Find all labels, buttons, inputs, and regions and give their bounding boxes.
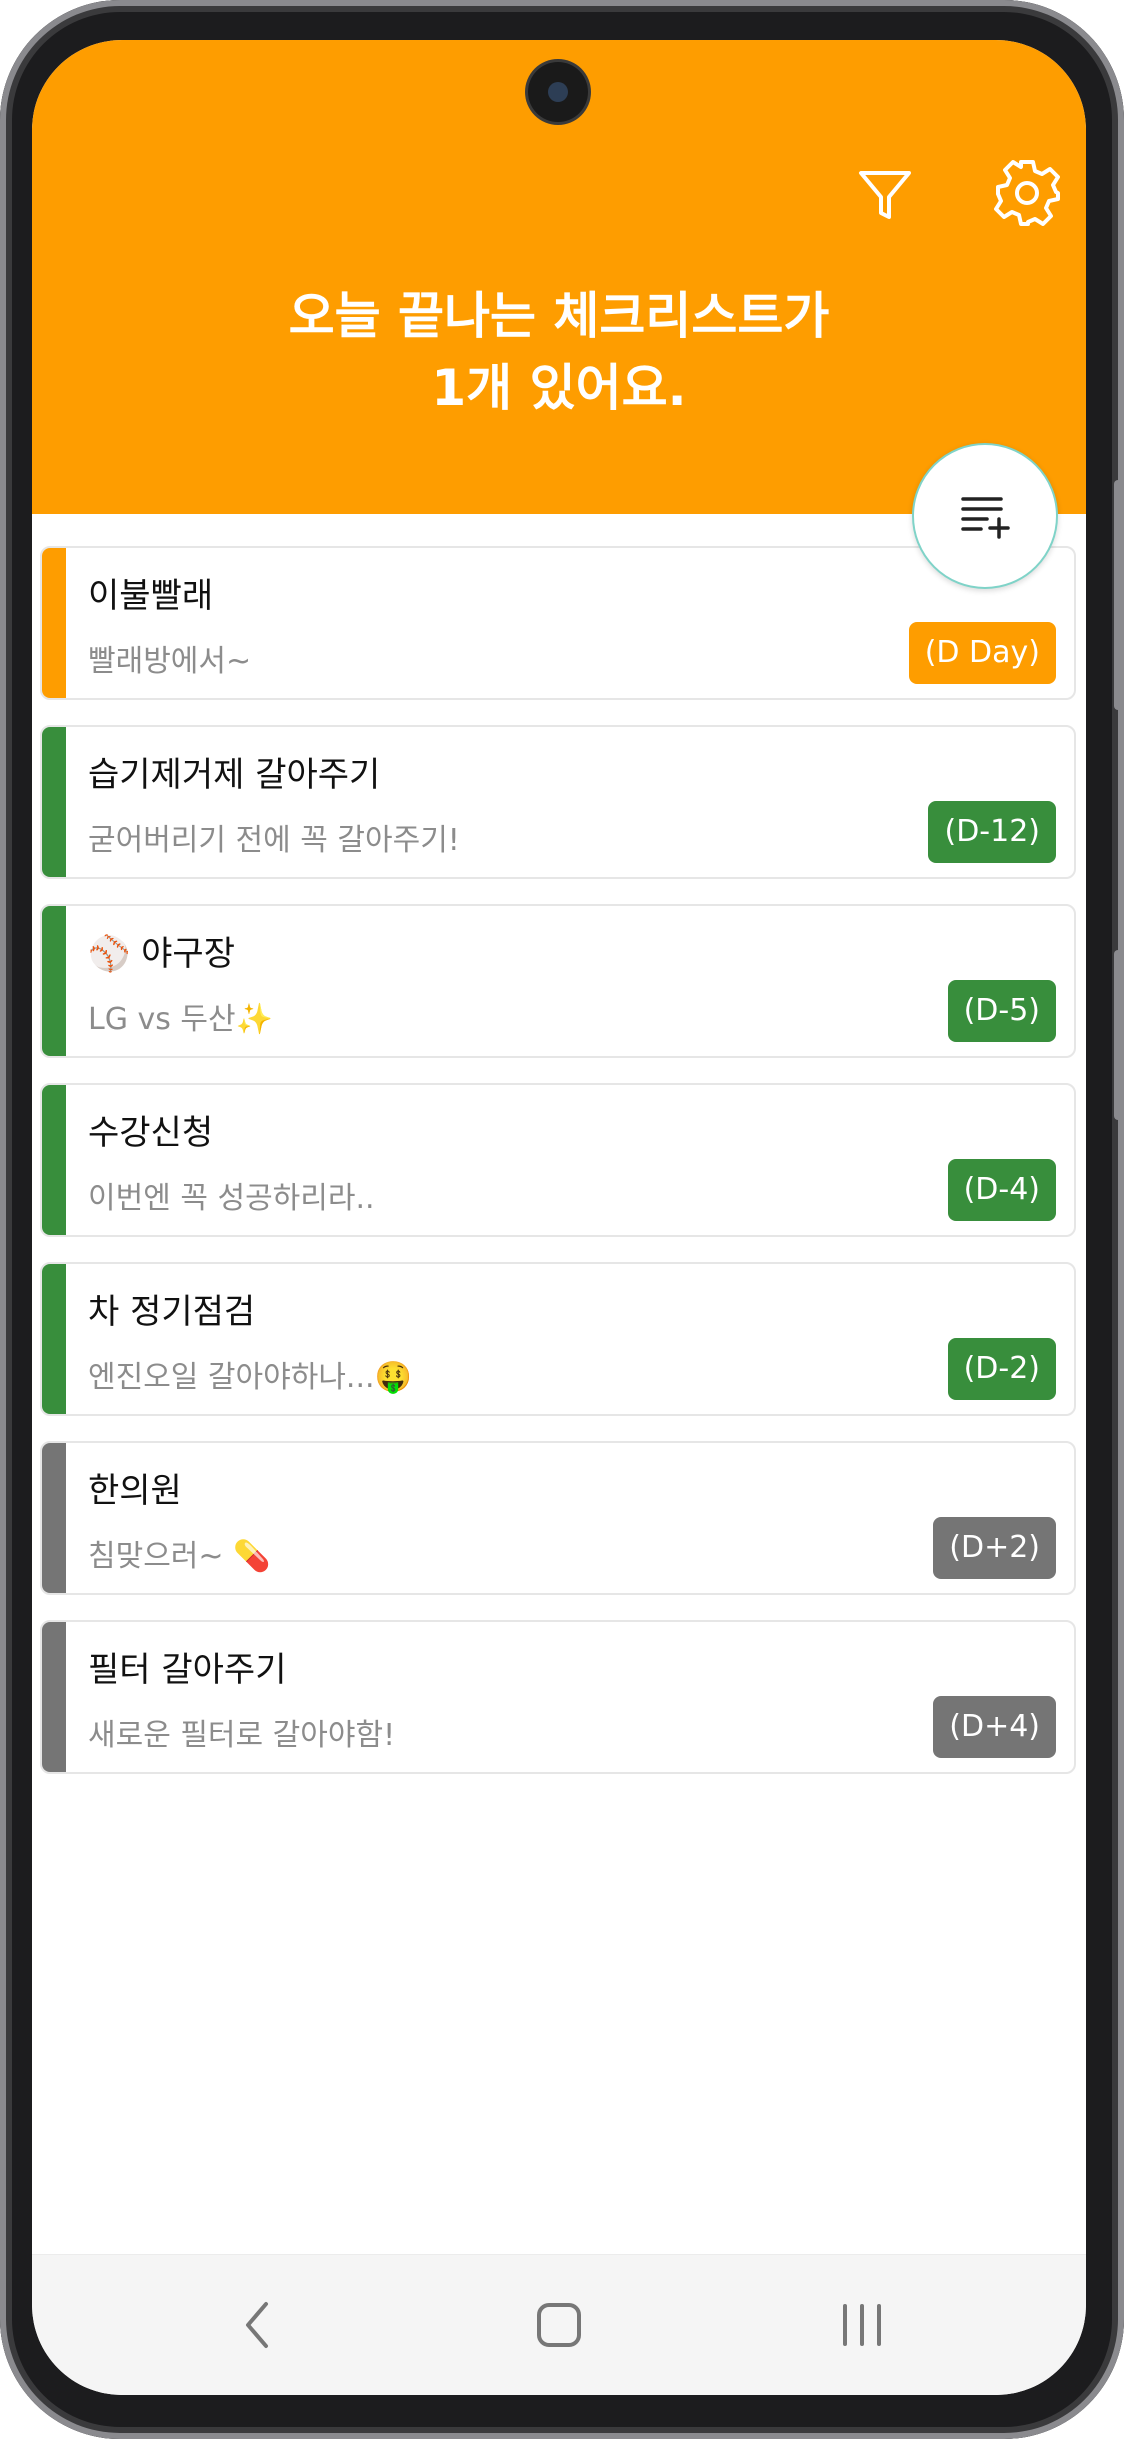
list-item[interactable]: 이불빨래 빨래방에서~ (D Day)	[40, 546, 1076, 700]
list-item[interactable]: ⚾ 야구장 LG vs 두산✨ (D-5)	[40, 904, 1076, 1058]
header: 오늘 끝나는 체크리스트가 1개 있어요.	[32, 40, 1086, 514]
list-item[interactable]: 차 정기점검 엔진오일 갈아야하나...🤑 (D-2)	[40, 1262, 1076, 1416]
item-subtitle: 굳어버리기 전에 꼭 갈아주기!	[88, 823, 460, 858]
d-day-badge: (D-5)	[947, 980, 1056, 1042]
item-title: 이불빨래	[88, 576, 214, 616]
status-stripe	[42, 1264, 66, 1414]
status-stripe	[42, 1443, 66, 1593]
item-title: 필터 갈아주기	[88, 1650, 287, 1690]
list-item[interactable]: 한의원 침맞으러~ 💊 (D+2)	[40, 1441, 1076, 1595]
d-day-badge: (D+2)	[933, 1517, 1056, 1579]
header-title-line-2: 1개 있어요.	[431, 359, 687, 417]
item-title: 습기제거제 갈아주기	[88, 755, 381, 795]
camera	[528, 62, 588, 122]
item-subtitle: 침맞으러~ 💊	[88, 1539, 271, 1574]
item-subtitle: LG vs 두산✨	[88, 1002, 273, 1037]
item-title: 차 정기점검	[88, 1292, 256, 1332]
recents-icon[interactable]	[822, 2290, 902, 2360]
item-subtitle: 새로운 필터로 갈아야함!	[88, 1718, 396, 1753]
filter-icon[interactable]	[845, 155, 925, 235]
d-day-badge: (D-4)	[947, 1159, 1056, 1221]
item-subtitle: 빨래방에서~	[88, 644, 252, 679]
list-item[interactable]: 습기제거제 갈아주기 굳어버리기 전에 꼭 갈아주기! (D-12)	[40, 725, 1076, 879]
add-list-icon	[961, 497, 1010, 539]
d-day-badge: (D-2)	[947, 1338, 1056, 1400]
checklist: 이불빨래 빨래방에서~ (D Day) 습기제거제 갈아주기 굳어버리기 전에 …	[40, 546, 1076, 1799]
header-title: 오늘 끝나는 체크리스트가 1개 있어요.	[32, 280, 1086, 424]
list-item[interactable]: 필터 갈아주기 새로운 필터로 갈아야함! (D+4)	[40, 1620, 1076, 1774]
list-item[interactable]: 수강신청 이번엔 꼭 성공하리라.. (D-4)	[40, 1083, 1076, 1237]
navigation-bar	[32, 2254, 1086, 2395]
volume-button	[1114, 480, 1124, 710]
status-stripe	[42, 548, 66, 698]
d-day-badge: (D-12)	[928, 801, 1056, 863]
d-day-badge: (D Day)	[908, 622, 1056, 684]
d-day-badge: (D+4)	[933, 1696, 1056, 1758]
item-title: 수강신청	[88, 1113, 214, 1153]
item-subtitle: 이번엔 꼭 성공하리라..	[88, 1181, 375, 1216]
status-stripe	[42, 1622, 66, 1772]
item-title: ⚾ 야구장	[88, 934, 235, 974]
screen: 오늘 끝나는 체크리스트가 1개 있어요. 이불빨래 빨래방에서~ (D Day…	[32, 40, 1086, 2395]
status-stripe	[42, 1085, 66, 1235]
add-checklist-button[interactable]	[912, 443, 1058, 589]
item-subtitle: 엔진오일 갈아야하나...🤑	[88, 1360, 412, 1395]
header-title-line-1: 오늘 끝나는 체크리스트가	[288, 287, 830, 345]
item-title: 한의원	[88, 1471, 182, 1511]
status-stripe	[42, 727, 66, 877]
gear-icon[interactable]	[987, 153, 1067, 233]
home-icon[interactable]	[519, 2290, 599, 2360]
status-stripe	[42, 906, 66, 1056]
power-button	[1114, 950, 1124, 1120]
back-icon[interactable]	[217, 2290, 297, 2360]
